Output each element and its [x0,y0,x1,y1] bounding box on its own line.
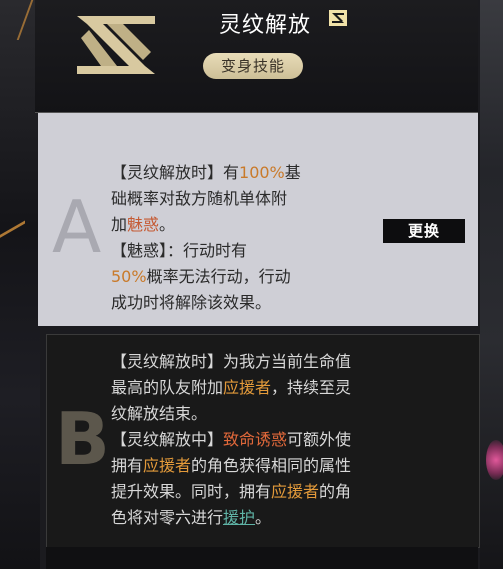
description-text: 【灵纹解放时】有 [111,163,240,182]
description-line: 【灵纹解放中】致命诱惑可额外使 [111,427,461,453]
keyword-text: 致命诱惑 [223,430,288,449]
description-text: ，持续至灵 [271,378,352,397]
keyword-text: 应援者 [271,482,320,501]
description-line: 【灵纹解放时】有100%基 [111,160,381,186]
next-card-edge [46,547,478,569]
description-line: 50%概率无法行动，行动 [111,264,381,290]
option-letter: A [52,185,102,269]
description-line: 纹解放结束。 [111,401,461,427]
description-text: 础概率对敌方随机单体附 [111,189,288,208]
description-text: 。 [159,215,176,234]
skill-emblem-icon [77,16,155,74]
skill-header: 灵纹解放 变身技能 [35,0,478,113]
keyword-text: 魅惑 [127,215,160,234]
description-line: 色将对零六进行援护。 [111,505,461,531]
background-left [0,0,40,569]
option-description: 【灵纹解放时】为我方当前生命值 最高的队友附加应援者，持续至灵 纹解放结束。 【灵纹解… [111,349,461,531]
description-text: 概率无法行动，行动 [146,267,291,286]
option-letter: B [55,397,110,481]
background-glow [0,220,25,303]
skill-title: 灵纹解放 [218,13,311,38]
keyword-text[interactable]: 援护 [223,508,255,527]
description-line: 【魅惑】：行动时有 [111,238,381,264]
keyword-text: 应援者 [143,456,192,475]
keyword-text: 50% [111,267,147,286]
background-glow [2,0,34,40]
description-text: 的角 [319,482,352,501]
background-right [480,0,503,569]
description-text: 的角色获得相同的属性 [191,456,352,475]
description-text: 可额外使 [287,430,352,449]
description-text: 基 [284,163,301,182]
description-text: 【魅惑】：行动时有 [111,241,248,260]
description-text: 最高的队友附加 [111,378,224,397]
rank-emblem-icon [329,10,347,26]
description-line: 最高的队友附加应援者，持续至灵 [111,375,461,401]
description-text: 加 [111,215,128,234]
option-b-card[interactable]: B 【灵纹解放时】为我方当前生命值 最高的队友附加应援者，持续至灵 纹解放结束。 【灵… [46,334,480,548]
description-text: 提升效果。同时，拥有 [111,482,272,501]
background-character-glow [486,440,503,480]
description-text: 纹解放结束。 [111,404,208,423]
description-text: 拥有 [111,456,144,475]
option-description: 【灵纹解放时】有100%基 础概率对敌方随机单体附 加魅惑。 【魅惑】：行动时有 50%… [111,160,381,316]
skill-type-tag: 变身技能 [203,53,303,79]
description-text: 成功时将解除该效果。 [111,293,272,312]
description-line: 加魅惑。 [111,212,381,238]
keyword-text: 应援者 [223,378,272,397]
description-line: 成功时将解除该效果。 [111,290,381,316]
description-line: 拥有应援者的角色获得相同的属性 [111,453,461,479]
description-text: 【灵纹解放时】为我方当前生命值 [111,352,352,371]
description-text: 色将对零六进行 [111,508,224,527]
swap-button[interactable]: 更换 [383,219,465,243]
description-text: 。 [255,508,272,527]
description-line: 【灵纹解放时】为我方当前生命值 [111,349,461,375]
description-line: 提升效果。同时，拥有应援者的角 [111,479,461,505]
description-line: 础概率对敌方随机单体附 [111,186,381,212]
description-text: 【灵纹解放中】 [111,430,224,449]
keyword-text: 100% [239,163,285,182]
